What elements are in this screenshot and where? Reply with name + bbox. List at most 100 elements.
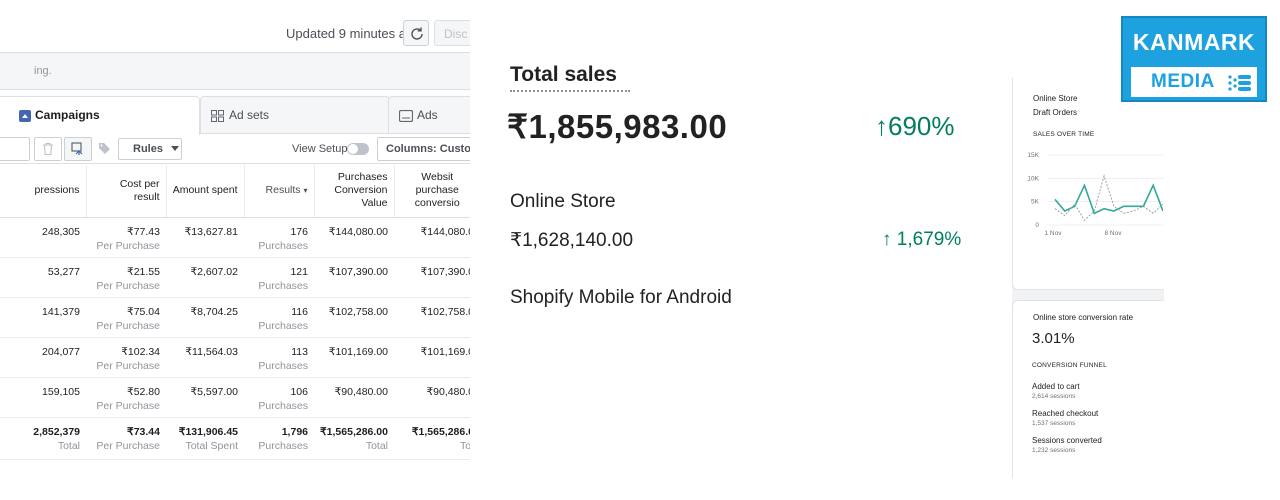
cell-amount-spent: ₹5,597.00 bbox=[166, 377, 244, 418]
trash-icon bbox=[43, 142, 53, 156]
total-conversion-value: ₹1,565,286.00 Total bbox=[314, 416, 394, 460]
cell-results-value: 176 bbox=[290, 225, 308, 238]
delete-button[interactable] bbox=[34, 137, 62, 161]
cell-results-sub: Purchases bbox=[258, 319, 308, 332]
cell-cost-per-result-sub: Per Purchase bbox=[96, 319, 160, 332]
cell-conversion-value-value: ₹101,169.00 bbox=[328, 345, 388, 358]
cell-cost-per-result: ₹75.04 Per Purchase bbox=[86, 297, 166, 338]
view-setup-toggle[interactable] bbox=[347, 143, 369, 155]
cell-website-conversion: ₹101,169.0 bbox=[394, 337, 470, 378]
ad-icon bbox=[398, 109, 414, 125]
cell-cost-per-result-value: ₹75.04 bbox=[127, 305, 160, 318]
refresh-icon bbox=[411, 27, 423, 40]
edit-button[interactable] bbox=[0, 137, 30, 161]
cell-conversion-value: ₹102,758.00 bbox=[314, 297, 394, 338]
header-results[interactable]: Results ▾ bbox=[243, 165, 314, 218]
cell-impressions: 204,077 bbox=[0, 337, 86, 378]
channel-value-online-store: ₹1,628,140.00 bbox=[510, 230, 634, 251]
cell-cost-per-result-value: ₹102.34 bbox=[121, 345, 160, 358]
total-amount-spent: ₹131,906.45 Total Spent bbox=[166, 416, 244, 460]
cell-website-conversion: ₹102,758.0 bbox=[394, 297, 470, 338]
cell-website-conversion-value: ₹144,080.0 bbox=[420, 225, 470, 238]
dashboard-line-online-store: Online Store bbox=[1033, 94, 1078, 103]
conversion-title: Online store conversion rate bbox=[1033, 313, 1134, 322]
cell-conversion-value: ₹107,390.00 bbox=[314, 257, 394, 298]
view-setup-label: View Setup bbox=[292, 143, 348, 155]
cell-cost-per-result-value: ₹77.43 bbox=[127, 225, 160, 238]
funnel-label-sessions-converted: Sessions converted bbox=[1032, 436, 1102, 445]
columns-button[interactable]: Columns: Custom bbox=[377, 137, 470, 161]
kanmark-media-logo: KANMARK MEDIA bbox=[1121, 16, 1267, 102]
table-row[interactable]: 248,305 ₹77.43 Per Purchase ₹13,627.81 176 Pu… bbox=[0, 217, 470, 258]
cell-impressions: 53,277 bbox=[0, 257, 86, 298]
table-row[interactable]: 159,105 ₹52.80 Per Purchase ₹5,597.00 106 Pur… bbox=[0, 377, 470, 418]
total-impressions-value: 2,852,379 bbox=[33, 425, 80, 438]
cell-results-value: 106 bbox=[290, 385, 308, 398]
cell-results-value: 121 bbox=[290, 265, 308, 278]
table-row[interactable]: 141,379 ₹75.04 Per Purchase ₹8,704.25 116 Pur… bbox=[0, 297, 470, 338]
discard-button[interactable]: Disc bbox=[434, 20, 470, 46]
cell-impressions-value: 141,379 bbox=[42, 305, 80, 318]
total-cost-per-result: ₹73.44 Per Purchase bbox=[86, 416, 166, 460]
rules-button[interactable]: Rules bbox=[118, 138, 182, 160]
total-website-conversion-sub: Tot bbox=[459, 439, 470, 452]
cell-cost-per-result-value: ₹21.55 bbox=[127, 265, 160, 278]
updated-status: Updated 9 minutes ago bbox=[286, 26, 421, 41]
refresh-button[interactable] bbox=[403, 20, 429, 46]
cell-amount-spent: ₹2,607.02 bbox=[166, 257, 244, 298]
total-website-conversion-value: ₹1,565,286.0 bbox=[411, 425, 470, 438]
total-sales-title[interactable]: Total sales bbox=[510, 63, 617, 87]
cell-website-conversion: ₹90,480.0 bbox=[394, 377, 470, 418]
table-total-row: 2,852,379 Total ₹73.44 Per Purchase ₹131,906… bbox=[0, 416, 470, 460]
tab-label: Ads bbox=[417, 108, 438, 122]
rules-label: Rules bbox=[133, 143, 163, 155]
cell-results-sub: Purchases bbox=[258, 239, 308, 252]
caret-down-icon bbox=[171, 146, 180, 151]
cell-amount-spent-value: ₹13,627.81 bbox=[184, 225, 238, 238]
tab-ads[interactable]: Ads bbox=[388, 96, 470, 134]
cell-results: 106 Purchases bbox=[244, 377, 314, 418]
cell-conversion-value: ₹101,169.00 bbox=[314, 337, 394, 378]
cell-cost-per-result-sub: Per Purchase bbox=[96, 239, 160, 252]
funnel-label-reached-checkout: Reached checkout bbox=[1032, 409, 1099, 418]
campaigns-table: pressions Cost per result Amount spent R… bbox=[0, 165, 470, 460]
tab-campaigns[interactable]: Campaigns bbox=[0, 96, 200, 135]
total-impressions-sub: Total bbox=[57, 439, 80, 452]
cell-amount-spent: ₹8,704.25 bbox=[166, 297, 244, 338]
cell-cost-per-result: ₹77.43 Per Purchase bbox=[86, 217, 166, 258]
total-conversion-value-sub: Total bbox=[365, 439, 388, 452]
sales-over-time-chart: 15K 10K 5K 0 1 Nov 8 Nov bbox=[1027, 152, 1163, 237]
total-amount-spent-value: ₹131,906.45 bbox=[178, 425, 238, 438]
cell-impressions: 248,305 bbox=[0, 217, 86, 258]
funnel-label-added-to-cart: Added to cart bbox=[1032, 382, 1080, 391]
cell-cost-per-result-sub: Per Purchase bbox=[96, 359, 160, 372]
tag-button[interactable] bbox=[94, 137, 116, 161]
table-row[interactable]: 53,277 ₹21.55 Per Purchase ₹2,607.02 121 Purc… bbox=[0, 257, 470, 298]
channel-change-online-store: ↑ 1,679% bbox=[882, 229, 962, 250]
table-toolbar: Rules View Setup Columns: Custom bbox=[0, 134, 470, 164]
cell-amount-spent: ₹13,627.81 bbox=[166, 217, 244, 258]
ads-manager-panel: Updated 9 minutes ago Disc ing. Campaign… bbox=[0, 0, 470, 460]
header-cost-per-result[interactable]: Cost per result bbox=[85, 165, 166, 218]
logo-line2: MEDIA bbox=[1151, 71, 1215, 92]
cell-cost-per-result: ₹21.55 Per Purchase bbox=[86, 257, 166, 298]
header-impressions[interactable]: pressions bbox=[0, 165, 86, 218]
grid-icon bbox=[211, 110, 225, 125]
tab-ad-sets[interactable]: Ad sets bbox=[200, 96, 390, 134]
notice-bar: ing. bbox=[0, 52, 470, 90]
conversion-rate: 3.01% bbox=[1032, 330, 1075, 347]
conversion-funnel-caption: CONVERSION FUNNEL bbox=[1032, 362, 1107, 369]
header-website-purchase-conversion[interactable]: Websit purchase conversio bbox=[393, 165, 470, 218]
duplicate-button[interactable] bbox=[64, 137, 92, 161]
cell-impressions-value: 204,077 bbox=[42, 345, 80, 358]
total-sales-panel: Total sales ₹1,855,983.00 ↑690% Online S… bbox=[470, 0, 1010, 500]
header-amount-spent[interactable]: Amount spent bbox=[165, 165, 244, 218]
header-conversion-value[interactable]: Purchases Conversion Value bbox=[313, 165, 394, 218]
total-conversion-value-value: ₹1,565,286.00 bbox=[320, 425, 388, 438]
table-row[interactable]: 204,077 ₹102.34 Per Purchase ₹11,564.03 113 P… bbox=[0, 337, 470, 378]
cell-website-conversion-value: ₹102,758.0 bbox=[420, 305, 470, 318]
total-website-conversion: ₹1,565,286.0Tot bbox=[394, 416, 470, 460]
cell-impressions-value: 159,105 bbox=[42, 385, 80, 398]
sort-desc-icon: ▾ bbox=[303, 186, 308, 196]
cell-impressions-value: 53,277 bbox=[47, 265, 80, 278]
